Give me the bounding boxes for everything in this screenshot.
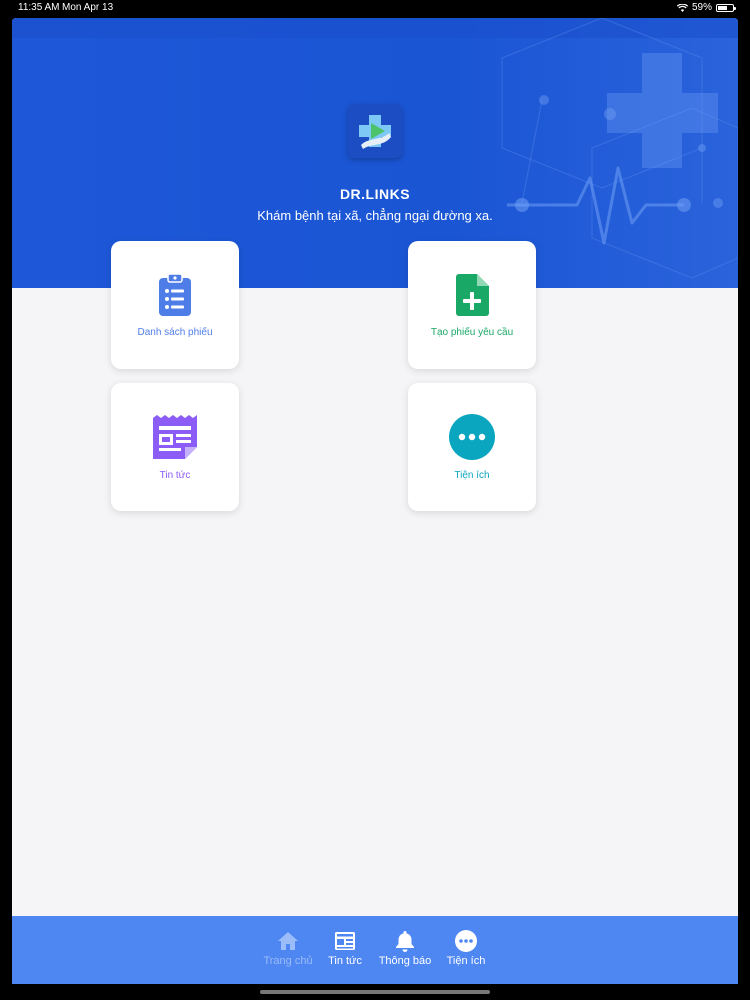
tab-utilities[interactable]: Tiện ích — [444, 930, 488, 967]
tab-news[interactable]: Tin tức — [325, 930, 365, 967]
tab-notifications[interactable]: Thông báo — [376, 930, 434, 967]
newspaper-icon — [153, 414, 197, 459]
menu-card-create-request[interactable]: Tạo phiếu yêu cầu — [408, 241, 536, 369]
status-time: 11:35 AM — [18, 2, 60, 13]
menu-card-label: Danh sách phiếu — [137, 326, 213, 338]
menu-card-utilities[interactable]: Tiện ích — [408, 383, 536, 511]
tab-label: Thông báo — [378, 955, 432, 967]
tab-label: Tin tức — [328, 955, 362, 967]
app-logo — [348, 104, 402, 158]
menu-card-ticket-list[interactable]: Danh sách phiếu — [111, 241, 239, 369]
clipboard-list-icon — [159, 272, 191, 316]
bell-icon — [396, 931, 414, 952]
menu-card-label: Tin tức — [159, 469, 191, 481]
app-screen: DR.LINKS Khám bệnh tại xã, chẳng ngại đư… — [12, 18, 738, 984]
battery-icon — [716, 3, 736, 12]
app-slogan: Khám bệnh tại xã, chẳng ngại đường xa. — [257, 208, 493, 223]
app-name: DR.LINKS — [339, 186, 411, 202]
tab-home[interactable]: Trang chủ — [262, 930, 314, 967]
wifi-icon — [676, 3, 688, 12]
home-icon — [278, 932, 298, 950]
status-bar: 11:35 AM Mon Apr 13 59% — [0, 0, 750, 16]
home-indicator[interactable] — [260, 990, 490, 994]
menu-card-label: Tạo phiếu yêu cầu — [430, 326, 514, 338]
file-plus-icon — [456, 273, 489, 316]
more-circle-icon — [449, 413, 495, 460]
menu-card-label: Tiện ích — [454, 469, 490, 481]
tab-label: Trang chủ — [263, 955, 313, 967]
menu-card-news[interactable]: Tin tức — [111, 383, 239, 511]
news-icon — [335, 932, 355, 950]
battery-percent: 59% — [691, 2, 712, 13]
tab-label: Tiện ích — [446, 955, 486, 967]
bottom-tab-bar: Trang chủ Tin tức Thông báo Tiện ích — [12, 916, 738, 984]
more-icon — [455, 930, 477, 952]
status-date: Mon Apr 13 — [62, 2, 114, 13]
status-right: 59% — [676, 2, 736, 13]
medical-cross-logo-icon — [359, 115, 391, 149]
